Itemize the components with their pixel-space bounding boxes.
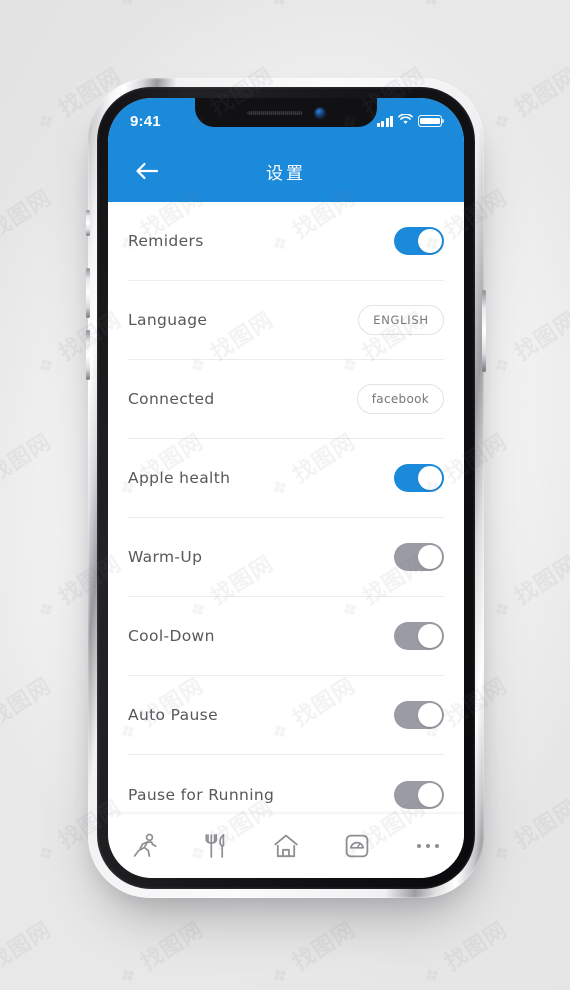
row-control [394,780,444,809]
volume-down-button[interactable] [86,330,90,380]
reminders-toggle[interactable] [394,227,444,255]
row-control [394,464,444,492]
toggle-knob [418,545,442,569]
toggle-knob [418,703,442,727]
row-label: Pause for Running [128,785,275,804]
row-control [394,543,444,571]
settings-row-apple-health[interactable]: Apple health [128,439,444,518]
row-control: facebook [356,384,444,414]
row-label: Cool-Down [128,627,215,645]
row-control [394,701,444,729]
cool-down-toggle[interactable] [394,622,444,650]
row-label: Connected [128,390,215,408]
settings-row-cool-down[interactable]: Cool-Down [128,597,444,676]
back-button[interactable] [130,154,164,188]
settings-row-pause-for-running[interactable]: Pause for Running [128,755,444,814]
scale-icon [345,834,369,858]
running-icon [133,833,157,858]
row-label: Language [128,311,208,329]
earpiece-speaker-icon [247,110,303,115]
tab-home[interactable] [259,823,313,869]
app-header: 设置 [108,140,464,202]
ellipsis-icon [417,844,440,848]
warm-up-toggle[interactable] [394,543,444,571]
front-camera-icon [315,107,325,118]
settings-row-language[interactable]: Language ENGLISH [128,281,444,360]
toggle-knob [418,624,442,648]
settings-row-remiders[interactable]: Remiders [128,202,444,281]
cutlery-icon [205,834,225,858]
row-label: Warm-Up [128,548,203,566]
settings-row-auto-pause[interactable]: Auto Pause [128,676,444,755]
toggle-knob [418,466,442,490]
power-button[interactable] [482,290,486,372]
connected-value-pill[interactable]: facebook [356,384,444,414]
settings-row-warm-up[interactable]: Warm-Up [128,518,444,597]
toggle-knob [418,782,442,807]
settings-list: Remiders Language ENGLISH Connected face… [108,202,464,814]
row-control [394,622,444,650]
row-control [394,227,444,255]
row-label: Apple health [128,469,231,487]
home-icon [274,834,298,858]
battery-icon [418,115,445,127]
settings-row-connected[interactable]: Connected facebook [128,360,444,439]
tab-nutrition[interactable] [188,823,242,869]
language-value-pill[interactable]: ENGLISH [358,305,444,335]
status-time: 9:41 [130,112,161,130]
silent-switch[interactable] [86,210,90,236]
volume-up-button[interactable] [86,268,90,318]
row-label: Remiders [128,232,204,250]
tab-activity[interactable] [117,823,171,869]
auto-pause-toggle[interactable] [394,701,444,729]
bottom-tab-bar [108,814,464,878]
device-notch [195,98,377,127]
toggle-knob [418,229,442,253]
phone-screen: 9:41 设置 Remiders Language ENGLISH Connec… [108,98,464,878]
row-control: ENGLISH [358,305,444,335]
signal-icon [376,115,393,127]
pause-for-running-toggle[interactable] [394,780,444,809]
tab-weight[interactable] [330,823,384,869]
apple-health-toggle[interactable] [394,464,444,492]
status-icons [376,112,445,130]
arrow-left-icon [136,162,159,180]
tab-more[interactable] [401,823,455,869]
phone-mockup: 9:41 设置 Remiders Language ENGLISH Connec… [86,78,486,898]
wifi-icon [398,112,413,130]
row-label: Auto Pause [128,706,218,724]
